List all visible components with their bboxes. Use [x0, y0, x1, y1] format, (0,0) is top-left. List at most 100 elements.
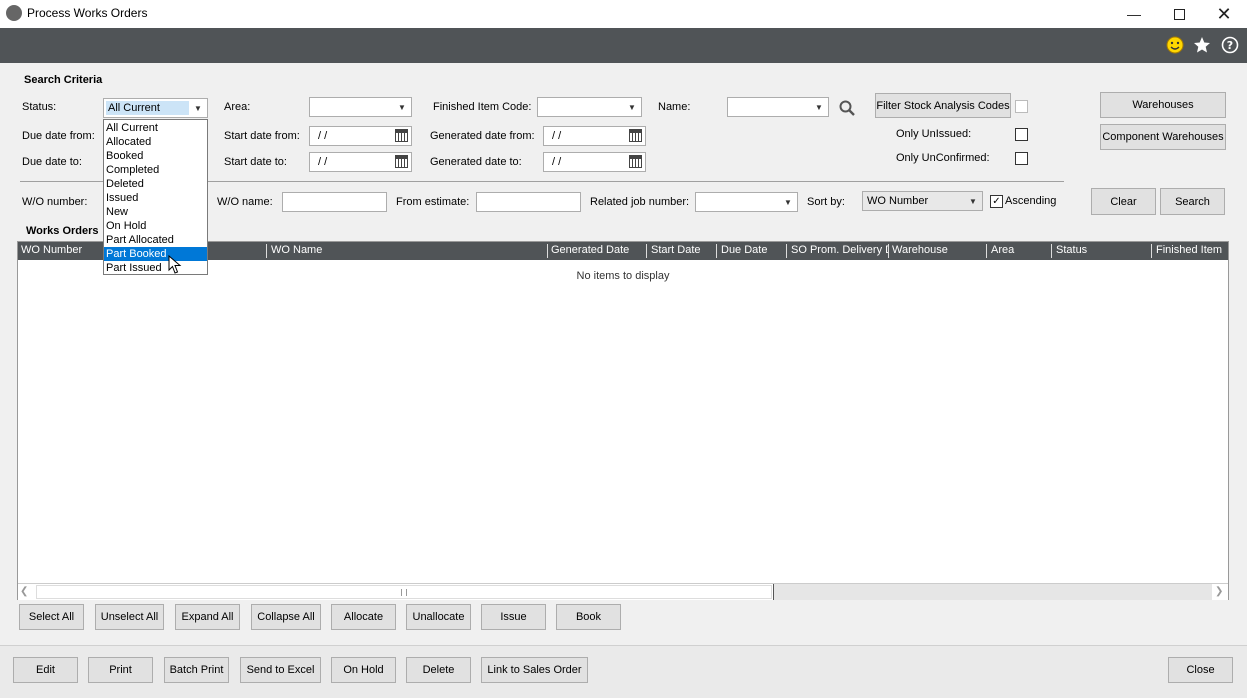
status-option[interactable]: All Current — [104, 121, 207, 135]
finished-item-combo[interactable]: ▼ — [537, 97, 642, 117]
status-option[interactable]: Part Issued — [104, 261, 207, 275]
finished-item-label: Finished Item Code: — [433, 101, 532, 113]
title-bar: Process Works Orders — ✕ — [0, 0, 1247, 28]
area-combo[interactable]: ▼ — [309, 97, 412, 117]
name-combo[interactable]: ▼ — [727, 97, 829, 117]
works-orders-grid[interactable]: WO Number WO Name Generated Date Start D… — [17, 241, 1229, 600]
col-generated-date[interactable]: Generated Date — [551, 244, 629, 256]
help-icon[interactable]: ? — [1220, 35, 1240, 55]
col-status[interactable]: Status — [1056, 244, 1087, 256]
status-option[interactable]: Part Allocated — [104, 233, 207, 247]
chevron-down-icon: ▼ — [815, 102, 823, 112]
col-due-date[interactable]: Due Date — [721, 244, 767, 256]
related-job-combo[interactable]: ▼ — [695, 192, 798, 212]
status-option-selected[interactable]: Part Booked — [104, 247, 207, 261]
mouse-cursor-icon — [168, 254, 182, 275]
status-combo-value: All Current — [108, 102, 160, 114]
generated-date-from-input[interactable]: / / — [543, 126, 646, 146]
status-option[interactable]: Completed — [104, 163, 207, 177]
toolbar-strip — [0, 28, 1247, 63]
component-warehouses-button[interactable]: Component Warehouses — [1100, 124, 1226, 150]
calendar-icon[interactable] — [395, 129, 408, 142]
chevron-down-icon: ▼ — [398, 102, 406, 112]
start-date-to-input[interactable]: / / — [309, 152, 412, 172]
wo-number-label: W/O number: — [22, 196, 88, 208]
minimize-icon[interactable]: — — [1111, 0, 1157, 28]
send-to-excel-button[interactable]: Send to Excel — [240, 657, 321, 683]
only-unissued-checkbox[interactable] — [1015, 128, 1028, 141]
close-window-icon[interactable]: ✕ — [1201, 0, 1247, 28]
scroll-track[interactable] — [773, 584, 1212, 600]
unallocate-button[interactable]: Unallocate — [406, 604, 471, 630]
name-label: Name: — [658, 101, 691, 113]
expand-all-button[interactable]: Expand All — [175, 604, 240, 630]
search-button[interactable]: Search — [1160, 188, 1225, 215]
warehouses-button[interactable]: Warehouses — [1100, 92, 1226, 118]
collapse-all-button[interactable]: Collapse All — [251, 604, 321, 630]
book-button[interactable]: Book — [556, 604, 621, 630]
print-button[interactable]: Print — [88, 657, 153, 683]
svg-text:?: ? — [1227, 39, 1233, 52]
calendar-icon[interactable] — [629, 129, 642, 142]
sort-by-value: WO Number — [867, 195, 929, 207]
unselect-all-button[interactable]: Unselect All — [95, 604, 164, 630]
generated-date-to-label: Generated date to: — [430, 156, 522, 168]
status-option[interactable]: Issued — [104, 191, 207, 205]
ascending-label: Ascending — [1005, 195, 1057, 207]
batch-print-button[interactable]: Batch Print — [164, 657, 229, 683]
close-button[interactable]: Close — [1168, 657, 1233, 683]
search-icon[interactable] — [838, 99, 856, 117]
issue-button[interactable]: Issue — [481, 604, 546, 630]
col-so-prom-delivery[interactable]: SO Prom. Delivery D — [791, 244, 888, 256]
sort-by-combo[interactable]: WO Number ▼ — [862, 191, 983, 211]
filter-stock-checkbox[interactable] — [1015, 100, 1028, 113]
filter-stock-analysis-codes-button[interactable]: Filter Stock Analysis Codes — [875, 93, 1011, 118]
col-start-date[interactable]: Start Date — [651, 244, 701, 256]
ascending-checkbox[interactable]: ✓ — [990, 195, 1003, 208]
col-wo-name[interactable]: WO Name — [271, 244, 322, 256]
chevron-down-icon: ▼ — [194, 103, 202, 113]
horizontal-scrollbar[interactable]: ❮ ❯ — [18, 583, 1228, 600]
generated-date-to-input[interactable]: / / — [543, 152, 646, 172]
date-placeholder: / / — [318, 156, 328, 168]
status-option[interactable]: Allocated — [104, 135, 207, 149]
col-warehouse[interactable]: Warehouse — [892, 244, 948, 256]
col-separator — [646, 244, 647, 258]
clear-button[interactable]: Clear — [1091, 188, 1156, 215]
status-option[interactable]: On Hold — [104, 219, 207, 233]
maximize-icon[interactable] — [1156, 0, 1202, 28]
related-job-label: Related job number: — [590, 196, 690, 208]
status-option[interactable]: Booked — [104, 149, 207, 163]
scroll-left-icon[interactable]: ❮ — [20, 586, 32, 598]
col-wo-number[interactable]: WO Number — [21, 244, 82, 256]
col-separator — [266, 244, 267, 258]
scroll-thumb[interactable] — [36, 585, 772, 599]
on-hold-button[interactable]: On Hold — [331, 657, 396, 683]
col-separator — [547, 244, 548, 258]
wo-name-input[interactable] — [282, 192, 387, 212]
status-option[interactable]: Deleted — [104, 177, 207, 191]
works-orders-heading: Works Orders — [26, 225, 99, 237]
from-estimate-input[interactable] — [476, 192, 581, 212]
calendar-icon[interactable] — [629, 155, 642, 168]
allocate-button[interactable]: Allocate — [331, 604, 396, 630]
delete-button[interactable]: Delete — [406, 657, 471, 683]
col-area[interactable]: Area — [991, 244, 1014, 256]
star-icon[interactable] — [1192, 35, 1212, 55]
link-to-sales-order-button[interactable]: Link to Sales Order — [481, 657, 588, 683]
scroll-right-icon[interactable]: ❯ — [1215, 586, 1227, 598]
calendar-icon[interactable] — [395, 155, 408, 168]
select-all-button[interactable]: Select All — [19, 604, 84, 630]
only-unconfirmed-checkbox[interactable] — [1015, 152, 1028, 165]
only-unissued-label: Only UnIssued: — [896, 128, 972, 140]
start-date-from-input[interactable]: / / — [309, 126, 412, 146]
col-separator — [1151, 244, 1152, 258]
status-label: Status: — [22, 101, 57, 113]
col-finished-item[interactable]: Finished Item — [1156, 244, 1222, 256]
search-criteria-heading: Search Criteria — [24, 74, 103, 86]
edit-button[interactable]: Edit — [13, 657, 78, 683]
status-option[interactable]: New — [104, 205, 207, 219]
status-dropdown-list[interactable]: All Current Allocated Booked Completed D… — [103, 119, 208, 275]
smiley-icon[interactable] — [1165, 35, 1185, 55]
status-combo[interactable]: All Current ▼ — [103, 98, 208, 118]
